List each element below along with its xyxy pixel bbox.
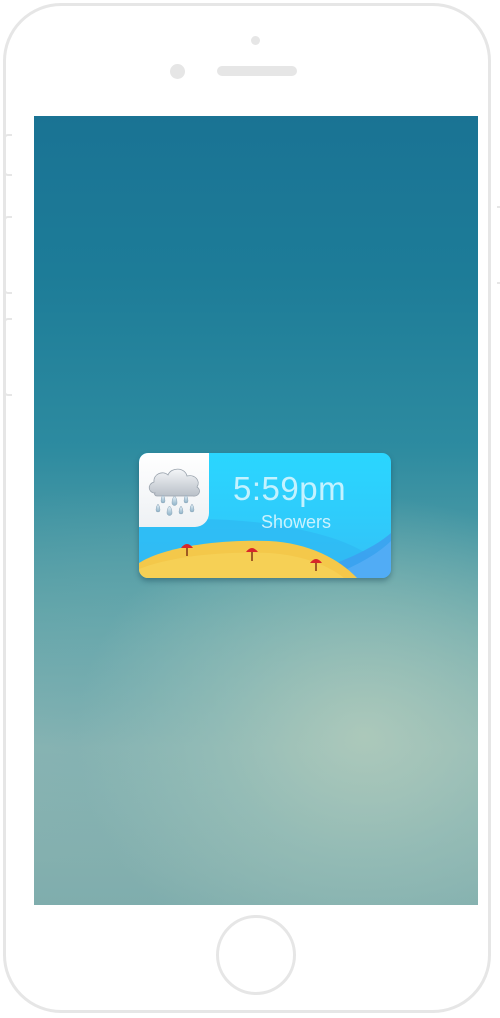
proximity-sensor: [251, 36, 260, 45]
widget-time: 5:59pm: [233, 470, 347, 507]
weather-widget[interactable]: 5:59pm Showers: [139, 453, 391, 578]
front-camera: [170, 64, 185, 79]
home-button[interactable]: [216, 915, 296, 995]
volume-up-button[interactable]: [4, 216, 12, 294]
rain-cloud-icon: [148, 468, 200, 516]
earpiece-speaker: [217, 66, 297, 76]
mute-switch[interactable]: [4, 134, 12, 176]
weather-icon-tile: [139, 453, 209, 527]
volume-down-button[interactable]: [4, 318, 12, 396]
phone-frame: 5:59pm Showers: [3, 3, 500, 1013]
home-screen: 5:59pm Showers: [34, 116, 478, 905]
widget-condition: Showers: [261, 512, 332, 532]
